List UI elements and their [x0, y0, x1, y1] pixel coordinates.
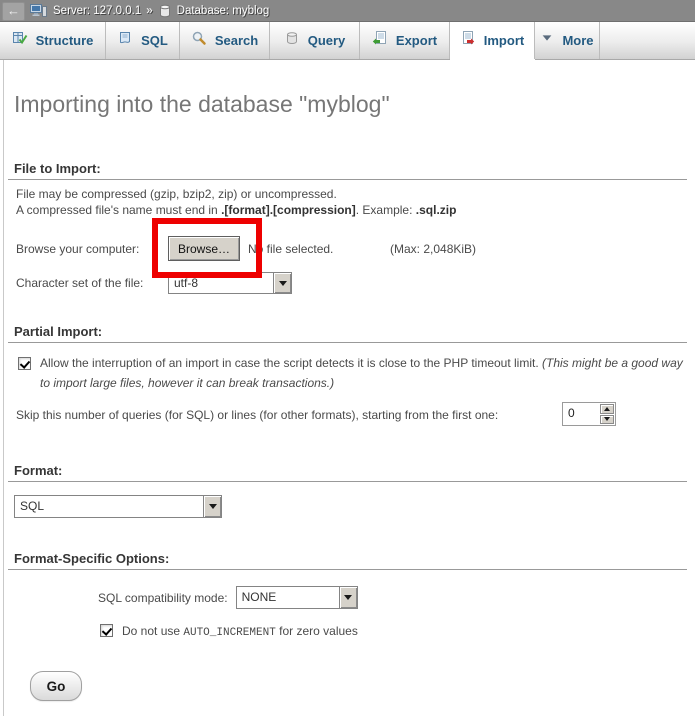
tab-label: Search: [215, 33, 258, 48]
auto-increment-prefix: Do not use: [122, 624, 183, 638]
export-arrow-icon: [372, 30, 388, 51]
section-legend-file-to-import: File to Import:: [8, 161, 687, 180]
auto-increment-suffix: for zero values: [276, 624, 358, 638]
tab-import[interactable]: Import: [450, 22, 535, 59]
filename-rule-pattern: .[format].[compression]: [221, 203, 356, 217]
table-structure-icon: [12, 30, 28, 51]
breadcrumb-database[interactable]: Database: myblog: [177, 5, 270, 17]
left-panel-divider: [3, 60, 4, 716]
skip-queries-value[interactable]: 0: [564, 404, 600, 424]
filename-rule-example: .sql.zip: [416, 203, 457, 217]
spinner-buttons: [600, 404, 614, 424]
tab-label: Import: [484, 33, 524, 48]
browse-row: Browse your computer: Browse… No file se…: [16, 237, 687, 260]
browse-button[interactable]: Browse…: [168, 236, 240, 261]
tab-label: SQL: [141, 33, 168, 48]
database-icon: [158, 3, 172, 19]
auto-increment-checkbox[interactable]: [100, 624, 113, 637]
compat-selected-value: NONE: [237, 587, 339, 608]
no-file-selected-text: No file selected.: [248, 242, 333, 256]
spinner-down-icon[interactable]: [600, 415, 614, 425]
tab-label: More: [562, 33, 593, 48]
section-legend-format-specific: Format-Specific Options:: [8, 551, 687, 570]
filename-rule-prefix: A compressed file's name must end in: [16, 203, 221, 217]
interrupt-text: Allow the interruption of an import in c…: [40, 356, 542, 370]
tab-label: Export: [396, 33, 437, 48]
auto-increment-label: Do not use AUTO_INCREMENT for zero value…: [122, 624, 358, 639]
tab-label: Query: [308, 33, 346, 48]
skip-queries-spinner[interactable]: 0: [562, 402, 616, 426]
breadcrumb: Server: 127.0.0.1 » Database: myblog: [30, 0, 269, 22]
import-arrow-icon: [460, 30, 476, 51]
skip-label: Skip this number of queries (for SQL) or…: [16, 408, 498, 422]
interrupt-label: Allow the interruption of an import in c…: [40, 353, 683, 393]
chevron-down-icon: [540, 31, 554, 50]
interrupt-checkbox[interactable]: [18, 357, 31, 370]
query-cylinder-icon: [284, 30, 300, 51]
breadcrumb-server[interactable]: Server: 127.0.0.1: [53, 5, 141, 17]
section-legend-partial-import: Partial Import:: [8, 324, 687, 343]
browse-label: Browse your computer:: [16, 242, 168, 256]
compression-hint: File may be compressed (gzip, bzip2, zip…: [16, 187, 337, 201]
charset-label: Character set of the file:: [16, 276, 168, 290]
phpmyadmin-import-page: ← Server: 127.0.0.1 » Database:: [0, 0, 695, 716]
filename-rule: A compressed file's name must end in .[f…: [16, 203, 456, 217]
dropdown-arrow-icon[interactable]: [339, 587, 357, 608]
compat-row: SQL compatibility mode: NONE: [98, 586, 358, 609]
breadcrumb-bar: ← Server: 127.0.0.1 » Database:: [0, 0, 695, 22]
tab-more[interactable]: More: [535, 22, 600, 59]
charset-row: Character set of the file: utf-8: [16, 272, 292, 294]
back-arrow-icon: ←: [7, 3, 20, 18]
dropdown-arrow-icon[interactable]: [273, 273, 291, 293]
magnifier-icon: [191, 30, 207, 51]
filename-rule-mid: . Example:: [356, 203, 416, 217]
server-icon: [30, 3, 48, 19]
dropdown-arrow-icon[interactable]: [203, 496, 221, 517]
max-size-text: (Max: 2,048KiB): [390, 242, 476, 256]
auto-increment-code: AUTO_INCREMENT: [183, 627, 275, 639]
format-selected-value: SQL: [15, 496, 203, 517]
section-legend-format: Format:: [8, 463, 687, 482]
sql-page-icon: [117, 30, 133, 51]
go-button[interactable]: Go: [30, 671, 82, 701]
charset-selected-value: utf-8: [169, 273, 273, 293]
tab-structure[interactable]: Structure: [0, 22, 106, 59]
compat-label: SQL compatibility mode:: [98, 591, 228, 605]
charset-select[interactable]: utf-8: [168, 272, 292, 294]
tab-search[interactable]: Search: [180, 22, 270, 59]
tab-bar: Structure SQL Search: [0, 22, 695, 60]
back-button[interactable]: ←: [2, 2, 25, 21]
tab-label: Structure: [36, 33, 94, 48]
tab-query[interactable]: Query: [270, 22, 360, 59]
page-title: Importing into the database "myblog": [14, 91, 390, 118]
compat-select[interactable]: NONE: [236, 586, 358, 609]
tab-sql[interactable]: SQL: [106, 22, 180, 59]
format-select[interactable]: SQL: [14, 495, 222, 518]
spinner-up-icon[interactable]: [600, 404, 614, 414]
breadcrumb-separator: »: [146, 5, 152, 17]
tab-export[interactable]: Export: [360, 22, 450, 59]
